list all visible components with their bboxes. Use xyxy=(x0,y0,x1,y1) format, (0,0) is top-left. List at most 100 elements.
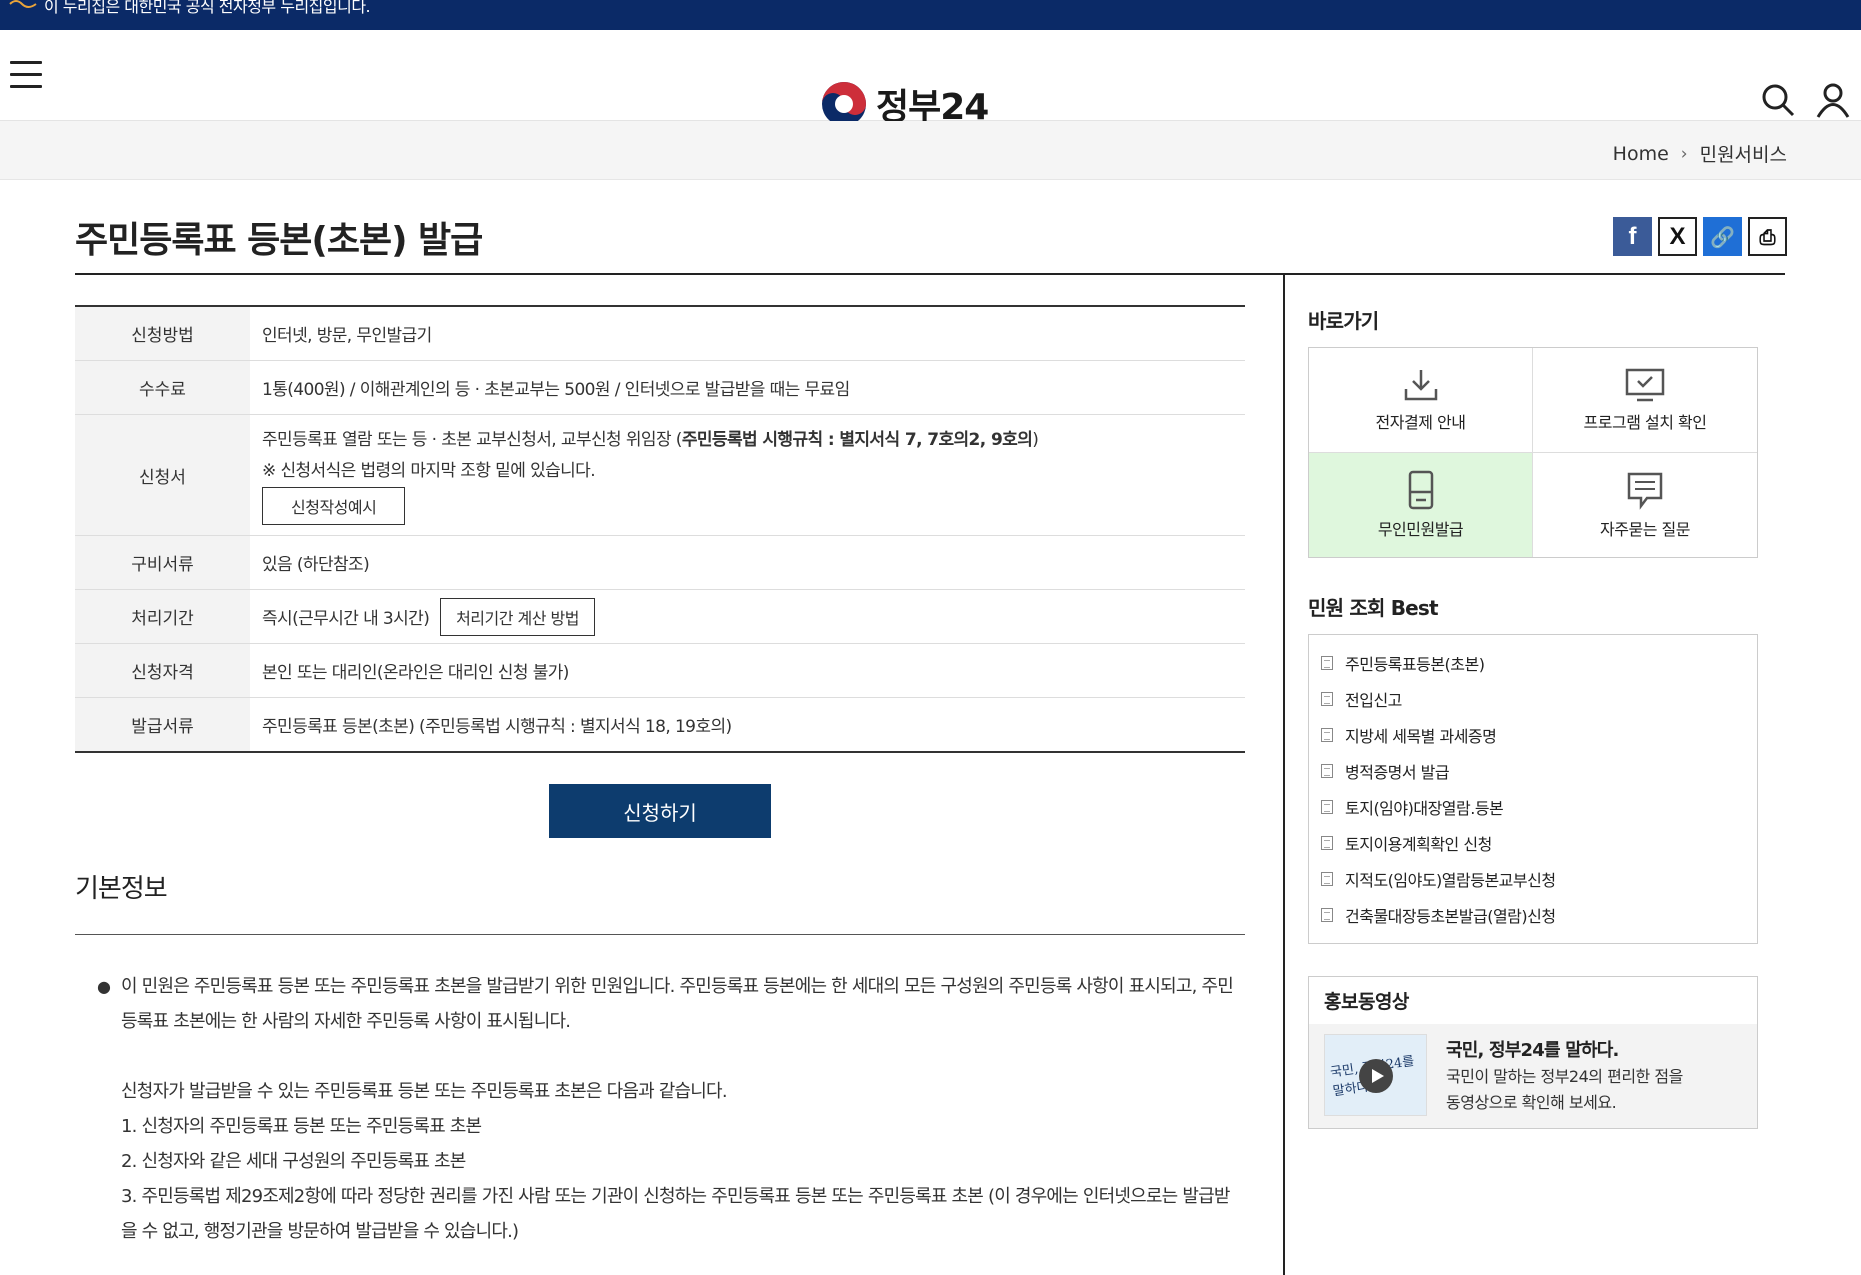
breadcrumb-home[interactable]: Home xyxy=(1613,143,1669,165)
form-example-button[interactable]: 신청작성예시 xyxy=(262,487,406,525)
form-text-suffix: ) xyxy=(1032,430,1039,450)
best-list-item[interactable]: 지적도(임야도)열람등본교부신청 xyxy=(1321,861,1757,897)
best-item-label: 지방세 세목별 과세증명 xyxy=(1345,727,1497,746)
form-text: 주민등록표 열람 또는 등 · 초본 교부신청서, 교부신청 위임장 ( xyxy=(262,430,682,450)
page-title-row: 주민등록표 등본(초본) 발급 f X 🔗 ⎙ xyxy=(0,180,1861,277)
basic-info-paragraph: 이 민원은 주민등록표 등본 또는 주민등록표 초본을 발급받기 위한 민원입니… xyxy=(121,976,1234,1032)
basic-info-title: 기본정보 xyxy=(75,874,168,904)
breadcrumb-current[interactable]: 민원서비스 xyxy=(1700,140,1787,167)
facebook-share-icon[interactable]: f xyxy=(1613,217,1652,256)
info-value: 주민등록표 열람 또는 등 · 초본 교부신청서, 교부신청 위임장 (주민등록… xyxy=(250,414,1245,536)
processing-time-calc-button[interactable]: 처리기간 계산 방법 xyxy=(440,597,595,636)
document-icon xyxy=(1321,800,1333,814)
bullet-icon: ● xyxy=(97,977,111,996)
video-thumbnail[interactable]: 국민, 정부24를 말하다 xyxy=(1324,1034,1427,1116)
site-header: 정부24 xyxy=(0,30,1861,128)
info-row: 발급서류 주민등록표 등본(초본) (주민등록법 시행규칙 : 별지서식 18,… xyxy=(75,697,1245,753)
document-icon xyxy=(1321,908,1333,922)
user-icon[interactable] xyxy=(1815,82,1851,118)
document-icon xyxy=(1321,728,1333,742)
service-info-table: 신청방법 인터넷, 방문, 무인발급기 수수료 1통(400원) / 이해관계인… xyxy=(75,305,1245,753)
chat-icon xyxy=(1627,472,1663,510)
basic-info-content: ● 이 민원은 주민등록표 등본 또는 주민등록표 초본을 발급받기 위한 민원… xyxy=(75,969,1245,1249)
share-buttons: f X 🔗 ⎙ xyxy=(1613,217,1787,256)
info-label: 처리기간 xyxy=(75,589,250,644)
best-list-item[interactable]: 지방세 세목별 과세증명 xyxy=(1321,717,1757,753)
form-note: ※ 신청서식은 법령의 마지막 조항 밑에 있습니다. xyxy=(262,461,596,481)
best-list-item[interactable]: 병적증명서 발급 xyxy=(1321,753,1757,789)
info-label: 신청서 xyxy=(75,414,250,536)
form-law-reference[interactable]: 주민등록법 시행규칙 : 별지서식 7, 7호의2, 9호의 xyxy=(682,430,1033,450)
gov-symbol-icon xyxy=(8,0,38,10)
gov-banner-text: 이 누리집은 대한민국 공식 전자정부 누리집입니다. xyxy=(44,0,371,16)
menu-icon[interactable] xyxy=(10,61,42,89)
best-item-label: 병적증명서 발급 xyxy=(1345,763,1450,782)
best-item-label: 지적도(임야도)열람등본교부신청 xyxy=(1345,871,1556,890)
info-value: 본인 또는 대리인(온라인은 대리인 신청 불가) xyxy=(250,643,1245,698)
download-icon xyxy=(1404,370,1437,401)
info-value: 인터넷, 방문, 무인발급기 xyxy=(250,306,1245,361)
x-share-icon[interactable]: X xyxy=(1658,217,1697,256)
best-item-label: 건축물대장등초본발급(열람)신청 xyxy=(1345,907,1556,926)
document-icon xyxy=(1321,872,1333,886)
shortcut-program-check[interactable]: 프로그램 설치 확인 xyxy=(1533,348,1757,453)
promo-title: 홍보동영상 xyxy=(1324,991,1409,1013)
breadcrumb: Home › 민원서비스 xyxy=(1613,140,1787,167)
title-divider xyxy=(75,273,1785,275)
info-row: 신청자격 본인 또는 대리인(온라인은 대리인 신청 불가) xyxy=(75,643,1245,698)
info-value: 있음 (하단참조) xyxy=(250,535,1245,590)
best-list-item[interactable]: 주민등록표등본(초본) xyxy=(1321,645,1757,681)
shortcut-label: 프로그램 설치 확인 xyxy=(1583,413,1707,432)
info-value: 1통(400원) / 이해관계인의 등 · 초본교부는 500원 / 인터넷으로… xyxy=(250,360,1245,415)
best-list-item[interactable]: 토지(임야)대장열람.등본 xyxy=(1321,789,1757,825)
shortcut-faq[interactable]: 자주묻는 질문 xyxy=(1533,453,1757,557)
shortcut-label: 무인민원발급 xyxy=(1377,520,1464,539)
best-item-label: 토지(임야)대장열람.등본 xyxy=(1345,799,1504,818)
document-icon xyxy=(1321,656,1333,670)
info-row: 처리기간 즉시(근무시간 내 3시간) 처리기간 계산 방법 xyxy=(75,589,1245,644)
info-label: 발급서류 xyxy=(75,697,250,753)
best-title: 민원 조회 Best xyxy=(1308,596,1439,620)
shortcut-label: 전자결제 안내 xyxy=(1375,413,1466,432)
best-list-item[interactable]: 전입신고 xyxy=(1321,681,1757,717)
info-label: 수수료 xyxy=(75,360,250,415)
document-icon xyxy=(1321,836,1333,850)
best-list-item[interactable]: 토지이용계획확인 신청 xyxy=(1321,825,1757,861)
info-label: 신청방법 xyxy=(75,306,250,361)
document-icon xyxy=(1321,764,1333,778)
info-label: 신청자격 xyxy=(75,643,250,698)
video-title[interactable]: 국민, 정부24를 말하다. xyxy=(1446,1036,1619,1062)
column-divider xyxy=(1283,275,1285,1275)
link-copy-icon[interactable]: 🔗 xyxy=(1703,217,1742,256)
video-description: 국민이 말하는 정부24의 편리한 점을 동영상으로 확인해 보세요. xyxy=(1446,1064,1683,1116)
info-label: 구비서류 xyxy=(75,535,250,590)
info-row: 구비서류 있음 (하단참조) xyxy=(75,535,1245,590)
print-icon[interactable]: ⎙ xyxy=(1748,217,1787,256)
page-title: 주민등록표 등본(초본) 발급 xyxy=(75,220,483,261)
info-value: 주민등록표 등본(초본) (주민등록법 시행규칙 : 별지서식 18, 19호의… xyxy=(250,697,1245,753)
promo-body: 국민, 정부24를 말하다 국민, 정부24를 말하다. 국민이 말하는 정부2… xyxy=(1309,1024,1757,1128)
video-description-line: 동영상으로 확인해 보세요. xyxy=(1446,1093,1617,1112)
search-icon[interactable] xyxy=(1760,82,1796,118)
shortcut-kiosk[interactable]: 무인민원발급 xyxy=(1309,453,1533,557)
basic-info-item: 1. 신청자의 주민등록표 등본 또는 주민등록표 초본 xyxy=(121,1116,482,1137)
best-item-label: 주민등록표등본(초본) xyxy=(1345,655,1485,674)
apply-button[interactable]: 신청하기 xyxy=(549,784,771,838)
best-list: 주민등록표등본(초본) 전입신고 지방세 세목별 과세증명 병적증명서 발급 토… xyxy=(1308,634,1758,944)
breadcrumb-bar: Home › 민원서비스 xyxy=(0,121,1861,180)
shortcuts-grid: 전자결제 안내 프로그램 설치 확인 무인민원발급 자주묻는 질문 xyxy=(1308,347,1758,558)
section-divider xyxy=(75,934,1245,935)
promo-video-box: 홍보동영상 국민, 정부24를 말하다 국민, 정부24를 말하다. 국민이 말… xyxy=(1308,976,1758,1129)
gov-banner: 이 누리집은 대한민국 공식 전자정부 누리집입니다. xyxy=(0,0,1861,30)
best-list-item[interactable]: 건축물대장등초본발급(열람)신청 xyxy=(1321,897,1757,933)
kiosk-icon xyxy=(1408,470,1433,510)
shortcuts-title: 바로가기 xyxy=(1308,309,1379,333)
info-value: 즉시(근무시간 내 3시간) 처리기간 계산 방법 xyxy=(250,589,1245,644)
monitor-check-icon xyxy=(1625,368,1665,402)
video-description-line: 국민이 말하는 정부24의 편리한 점을 xyxy=(1446,1067,1683,1086)
shortcut-payment-guide[interactable]: 전자결제 안내 xyxy=(1309,348,1533,453)
processing-time: 즉시(근무시간 내 3시간) xyxy=(262,608,430,629)
sidebar: 바로가기 전자결제 안내 프로그램 설치 확인 무인민원발급 자주묻는 질문 민… xyxy=(1308,305,1758,1129)
play-icon[interactable] xyxy=(1359,1059,1393,1093)
info-row: 신청방법 인터넷, 방문, 무인발급기 xyxy=(75,306,1245,361)
